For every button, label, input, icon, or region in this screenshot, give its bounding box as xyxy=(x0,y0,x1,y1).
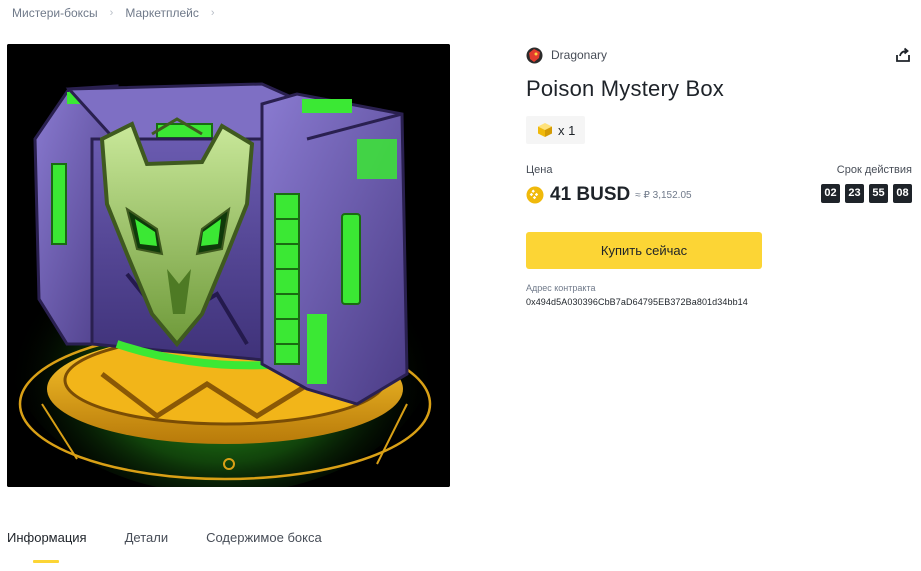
timer-seconds: 08 xyxy=(893,184,912,203)
price-fiat: ≈ ₽ 3,152.05 xyxy=(635,189,692,201)
busd-coin-icon xyxy=(526,186,544,204)
validity-label: Срок действия xyxy=(836,164,912,176)
contract-label: Адрес контракта xyxy=(526,283,596,293)
validity-block: Срок действия 02 23 55 08 xyxy=(821,164,912,203)
share-icon[interactable] xyxy=(894,46,912,64)
creator-name: Dragonary xyxy=(551,48,608,62)
chevron-right-icon: › xyxy=(210,7,215,19)
timer-minutes: 55 xyxy=(869,184,888,203)
box-cube-icon xyxy=(538,123,552,137)
tab-details[interactable]: Детали xyxy=(125,530,169,564)
breadcrumb-mystery-boxes[interactable]: Мистери-боксы xyxy=(12,6,98,20)
product-info: Dragonary Poison Mystery Box x 1 Цена 41… xyxy=(526,46,916,307)
countdown-timer: 02 23 55 08 xyxy=(821,184,912,203)
poison-mystery-box-illustration xyxy=(7,44,450,487)
creator-row[interactable]: Dragonary xyxy=(526,46,916,64)
detail-tabs: Информация Детали Содержимое бокса xyxy=(7,530,322,564)
quantity-badge: x 1 xyxy=(526,116,586,144)
tab-box-contents[interactable]: Содержимое бокса xyxy=(206,530,322,564)
contract-block: Адрес контракта 0x494d5A030396CbB7aD6479… xyxy=(526,283,916,307)
price-row: Цена 41 BUSD ≈ ₽ 3,152.05 Срок действия xyxy=(526,164,916,210)
buy-now-button[interactable]: Купить сейчас xyxy=(526,232,762,269)
tab-information[interactable]: Информация xyxy=(7,530,87,564)
timer-days: 02 xyxy=(821,184,840,203)
breadcrumb-marketplace[interactable]: Маркетплейс xyxy=(125,6,199,20)
dragonary-logo xyxy=(526,47,543,63)
price-amount: 41 BUSD xyxy=(550,184,631,205)
timer-hours: 23 xyxy=(845,184,864,203)
chevron-right-icon: › xyxy=(109,7,114,19)
product-image xyxy=(7,44,450,487)
product-title: Poison Mystery Box xyxy=(526,76,725,101)
contract-address[interactable]: 0x494d5A030396CbB7aD64795EB372Ba801d34bb… xyxy=(526,297,916,307)
quantity-value: x 1 xyxy=(558,122,576,138)
breadcrumb: Мистери-боксы › Маркетплейс › xyxy=(12,6,227,20)
